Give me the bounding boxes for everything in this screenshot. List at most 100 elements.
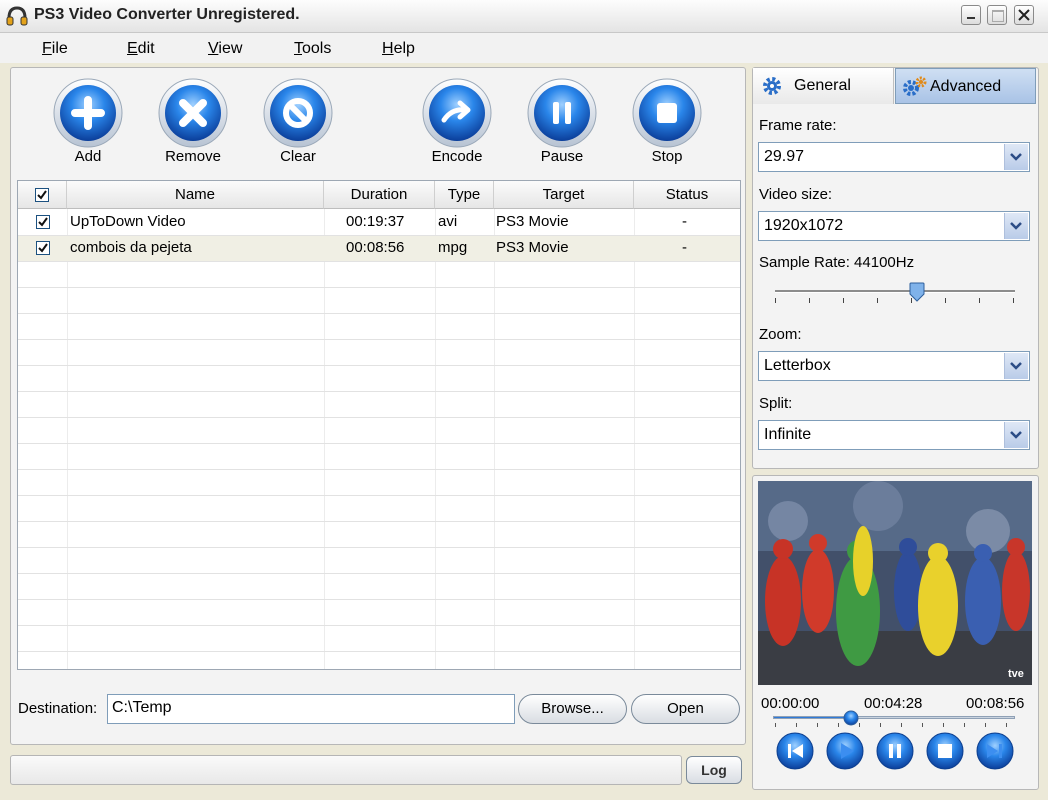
menu-view[interactable]: View [208,40,242,58]
row-divider [18,443,740,444]
menu-file[interactable]: File [42,40,68,58]
seek-thumb[interactable] [843,710,859,726]
cell-status: - [682,239,687,256]
row-divider [18,521,740,522]
row-divider [18,339,740,340]
destination-label: Destination: [18,700,98,717]
tab-advanced[interactable]: Advanced [895,68,1036,104]
row-divider [18,651,740,652]
column-divider [324,209,325,669]
seek-tick [775,723,776,727]
next-button[interactable] [976,732,1014,770]
column-divider [435,209,436,669]
row-checkbox[interactable] [36,215,50,229]
row-checkbox[interactable] [36,241,50,255]
column-divider [494,209,495,669]
checkmark-icon [38,243,48,253]
minimize-button[interactable] [961,5,981,25]
close-icon [1018,9,1030,21]
cell-duration: 00:08:56 [346,239,405,256]
row-divider [18,417,740,418]
split-label: Split: [759,395,793,412]
cell-name: combois da pejeta [70,239,192,256]
menu-edit[interactable]: Edit [127,40,155,58]
row-divider [18,573,740,574]
seek-tick [901,723,902,727]
row-divider [18,547,740,548]
header-name[interactable]: Name [67,181,324,209]
frame-rate-select[interactable]: 29.97 [758,142,1030,172]
menu-tools[interactable]: Tools [294,40,331,58]
chevron-down-icon[interactable] [1004,144,1028,170]
chevron-down-icon[interactable] [1004,353,1028,379]
player-pause-button[interactable] [876,732,914,770]
gear-icon [763,77,781,95]
close-button[interactable] [1014,5,1034,25]
select-all-checkbox[interactable] [35,188,49,202]
open-button[interactable]: Open [631,694,740,724]
add-button[interactable]: Add [53,78,123,170]
play-button[interactable] [826,732,864,770]
file-list: Name Duration Type Target Status UpToDow… [17,180,741,670]
add-icon [53,78,123,148]
video-size-select[interactable]: 1920x1072 [758,211,1030,241]
time-start: 00:00:00 [761,695,820,712]
previous-button[interactable] [776,732,814,770]
pause-button[interactable]: Pause [527,78,597,170]
split-select[interactable]: Infinite [758,420,1030,450]
encode-button[interactable]: Encode [422,78,492,170]
sample-rate-slider-thumb[interactable] [909,282,925,302]
clear-button[interactable]: Clear [263,78,333,170]
header-target[interactable]: Target [494,181,634,209]
table-row[interactable]: combois da pejeta 00:08:56 mpg PS3 Movie… [18,235,740,261]
row-divider [18,235,740,236]
sample-rate-track[interactable] [775,290,1015,293]
encode-icon [422,78,492,148]
seek-track[interactable] [773,716,1015,719]
destination-input[interactable]: C:\Temp [107,694,515,724]
row-divider [18,313,740,314]
slider-tick [945,298,946,303]
row-divider [18,391,740,392]
chevron-down-icon[interactable] [1004,213,1028,239]
player-stop-button[interactable] [926,732,964,770]
time-end: 00:08:56 [966,695,1025,712]
remove-button[interactable]: Remove [158,78,228,170]
header-type[interactable]: Type [435,181,494,209]
table-row[interactable]: UpToDown Video 00:19:37 avi PS3 Movie - [18,209,740,235]
stop-button[interactable]: Stop [632,78,702,170]
seek-tick [922,723,923,727]
seek-tick [859,723,860,727]
checkmark-icon [38,217,48,227]
play-icon [826,732,864,770]
maximize-button[interactable] [987,5,1007,25]
chevron-down-icon[interactable] [1004,422,1028,448]
header-status[interactable]: Status [634,181,740,209]
split-value: Infinite [764,426,812,443]
remove-icon [158,78,228,148]
app-icon [6,6,28,26]
cell-duration: 00:19:37 [346,213,405,230]
zoom-select[interactable]: Letterbox [758,351,1030,381]
row-divider [18,625,740,626]
header-duration[interactable]: Duration [324,181,435,209]
cell-target: PS3 Movie [496,213,569,230]
status-bar [10,755,682,785]
row-divider [18,287,740,288]
skip-previous-icon [776,732,814,770]
stop-icon [632,78,702,148]
pause-icon [527,78,597,148]
slider-tick [877,298,878,303]
seek-tick [880,723,881,727]
menu-bar: File Edit View Tools Help [0,33,1048,63]
title-bar: PS3 Video Converter Unregistered. [0,0,1048,33]
menu-help[interactable]: Help [382,40,415,58]
browse-button[interactable]: Browse... [518,694,627,724]
log-button[interactable]: Log [686,756,742,784]
header-check-cell [18,181,67,209]
video-frame-image: tve [758,481,1032,685]
tab-general[interactable]: General [753,68,894,104]
window-title: PS3 Video Converter Unregistered. [34,6,300,23]
zoom-value: Letterbox [764,357,831,374]
cell-target: PS3 Movie [496,239,569,256]
